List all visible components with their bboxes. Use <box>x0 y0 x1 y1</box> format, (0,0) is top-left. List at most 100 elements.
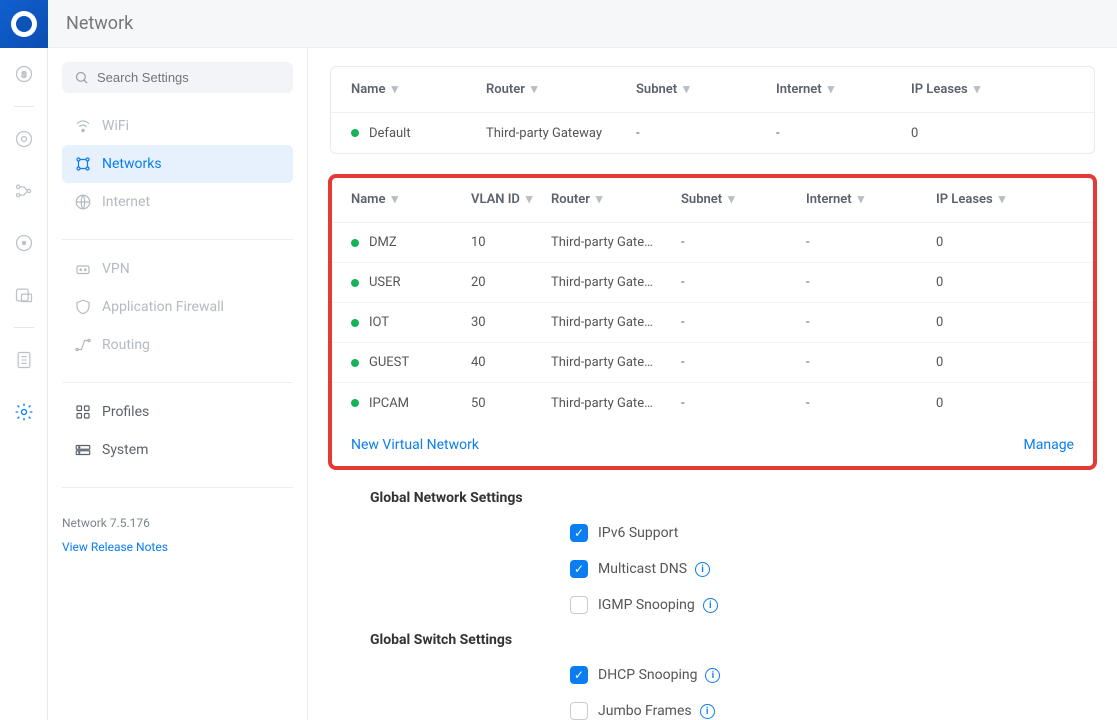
cell-subnet: - <box>681 355 806 370</box>
chevron-down-icon: ▾ <box>391 192 398 207</box>
cell-router: Third-party Gate… <box>551 396 681 411</box>
release-notes-link[interactable]: View Release Notes <box>62 540 168 554</box>
checkbox[interactable] <box>570 560 588 578</box>
checkbox[interactable] <box>570 596 588 614</box>
sidebar-label: WiFi <box>102 118 129 134</box>
rail-icon-3[interactable] <box>8 175 40 207</box>
rail-icon-5[interactable] <box>8 279 40 311</box>
chevron-down-icon: ▾ <box>596 192 603 207</box>
col-name[interactable]: Name▾ <box>351 192 471 207</box>
sidebar-item-routing[interactable]: Routing <box>62 326 293 364</box>
setting-label: IGMP Snooping <box>598 597 695 613</box>
checkbox[interactable] <box>570 702 588 720</box>
col-leases[interactable]: IP Leases▾ <box>911 82 1011 97</box>
wifi-icon <box>74 117 92 135</box>
cell-leases: 0 <box>911 126 1011 141</box>
cell-vlan: 40 <box>471 355 551 370</box>
col-router[interactable]: Router▾ <box>486 82 636 97</box>
main-panel: Name▾ Router▾ Subnet▾ Internet▾ IP Lease… <box>308 48 1117 720</box>
setting-row: DHCP Snoopingi <box>570 666 1095 684</box>
table-row[interactable]: DefaultThird-party Gateway--0 <box>331 113 1094 153</box>
search-icon <box>74 70 89 85</box>
chevron-down-icon: ▾ <box>974 82 981 97</box>
info-icon[interactable]: i <box>700 704 715 719</box>
chevron-down-icon: ▾ <box>858 192 865 207</box>
cell-subnet: - <box>636 126 776 141</box>
col-subnet[interactable]: Subnet▾ <box>681 192 806 207</box>
rail-icon-6[interactable] <box>8 344 40 376</box>
chevron-down-icon: ▾ <box>391 82 398 97</box>
table-row[interactable]: DMZ10Third-party Gate…--0 <box>331 223 1094 263</box>
col-internet[interactable]: Internet▾ <box>806 192 936 207</box>
chevron-down-icon: ▾ <box>828 82 835 97</box>
version-text: Network 7.5.176 <box>62 516 293 530</box>
sidebar-item-system[interactable]: System <box>62 431 293 469</box>
sidebar-item-networks[interactable]: Networks <box>62 145 293 183</box>
search-input[interactable] <box>97 70 281 85</box>
table-row[interactable]: GUEST40Third-party Gate…--0 <box>331 343 1094 383</box>
chevron-down-icon: ▾ <box>531 82 538 97</box>
info-icon[interactable]: i <box>703 598 718 613</box>
sidebar-label: Application Firewall <box>102 299 224 315</box>
sidebar-item-vpn[interactable]: VPN <box>62 250 293 288</box>
sidebar-item-wifi[interactable]: WiFi <box>62 107 293 145</box>
system-icon <box>74 441 92 459</box>
sidebar-label: Networks <box>102 156 162 172</box>
col-internet[interactable]: Internet▾ <box>776 82 911 97</box>
cell-subnet: - <box>681 315 806 330</box>
col-leases[interactable]: IP Leases▾ <box>936 192 1016 207</box>
col-router[interactable]: Router▾ <box>551 192 681 207</box>
cell-internet: - <box>806 355 936 370</box>
setting-label: Jumbo Frames <box>598 703 692 719</box>
cell-vlan: 20 <box>471 275 551 290</box>
checkbox[interactable] <box>570 666 588 684</box>
sidebar-item-internet[interactable]: Internet <box>62 183 293 221</box>
cell-leases: 0 <box>936 275 1016 290</box>
checkbox[interactable] <box>570 524 588 542</box>
cell-vlan: 50 <box>471 396 551 411</box>
global-switch-heading: Global Switch Settings <box>370 632 1095 648</box>
col-vlan[interactable]: VLAN ID▾ <box>471 192 551 207</box>
table-row[interactable]: IOT30Third-party Gate…--0 <box>331 303 1094 343</box>
status-dot <box>351 129 359 137</box>
cell-router: Third-party Gate… <box>551 235 681 250</box>
rail-icon-4[interactable] <box>8 227 40 259</box>
cell-internet: - <box>806 235 936 250</box>
sidebar-item-profiles[interactable]: Profiles <box>62 393 293 431</box>
setting-row: IPv6 Support <box>570 524 1095 542</box>
cell-leases: 0 <box>936 235 1016 250</box>
cell-name: GUEST <box>369 355 409 370</box>
table1-header: Name▾ Router▾ Subnet▾ Internet▾ IP Lease… <box>331 67 1094 113</box>
setting-row: Jumbo Frames i <box>570 702 1095 720</box>
chevron-down-icon: ▾ <box>683 82 690 97</box>
info-icon[interactable]: i <box>695 562 710 577</box>
rail-icon-2[interactable] <box>8 123 40 155</box>
virtual-networks-card: Name▾ VLAN ID▾ Router▾ Subnet▾ Internet▾… <box>330 176 1095 468</box>
sidebar-label: Routing <box>102 337 150 353</box>
default-network-card: Name▾ Router▾ Subnet▾ Internet▾ IP Lease… <box>330 66 1095 154</box>
cell-subnet: - <box>681 275 806 290</box>
table-row[interactable]: USER20Third-party Gate…--0 <box>331 263 1094 303</box>
settings-icon[interactable] <box>8 396 40 428</box>
manage-link[interactable]: Manage <box>1024 437 1074 453</box>
global-network-heading: Global Network Settings <box>370 490 1095 506</box>
table-row[interactable]: IPCAM50Third-party Gate…--0 <box>331 383 1094 423</box>
cell-router: Third-party Gateway <box>486 126 636 141</box>
info-icon[interactable]: i <box>705 668 720 683</box>
cell-internet: - <box>806 396 936 411</box>
cell-leases: 0 <box>936 355 1016 370</box>
search-box[interactable] <box>62 62 293 93</box>
sidebar-item-firewall[interactable]: Application Firewall <box>62 288 293 326</box>
col-name[interactable]: Name▾ <box>351 82 486 97</box>
status-dot <box>351 279 359 287</box>
app-logo[interactable] <box>0 0 48 48</box>
setting-label: Multicast DNS <box>598 561 687 577</box>
cell-name: Default <box>369 126 411 141</box>
sidebar-label: System <box>102 442 148 458</box>
cell-vlan: 10 <box>471 235 551 250</box>
new-virtual-network-link[interactable]: New Virtual Network <box>351 437 479 453</box>
rail-icon-1[interactable]: S <box>8 58 40 90</box>
sidebar-label: Profiles <box>102 404 149 420</box>
status-dot <box>351 239 359 247</box>
col-subnet[interactable]: Subnet▾ <box>636 82 776 97</box>
